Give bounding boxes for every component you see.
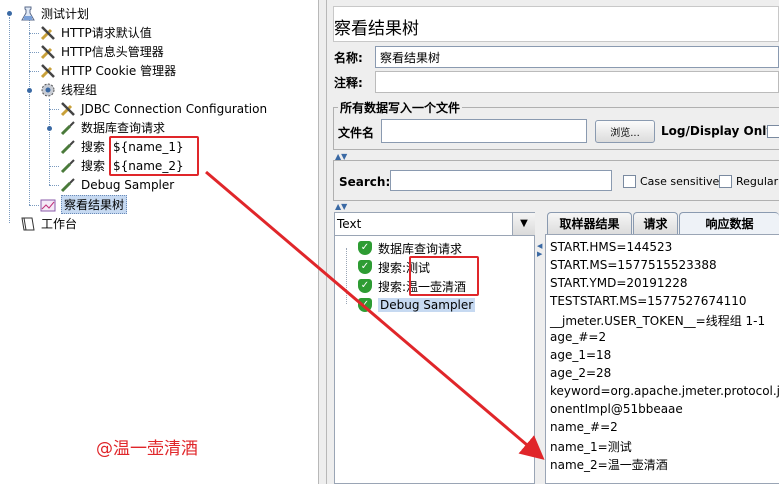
annotation-arrow bbox=[205, 170, 545, 460]
